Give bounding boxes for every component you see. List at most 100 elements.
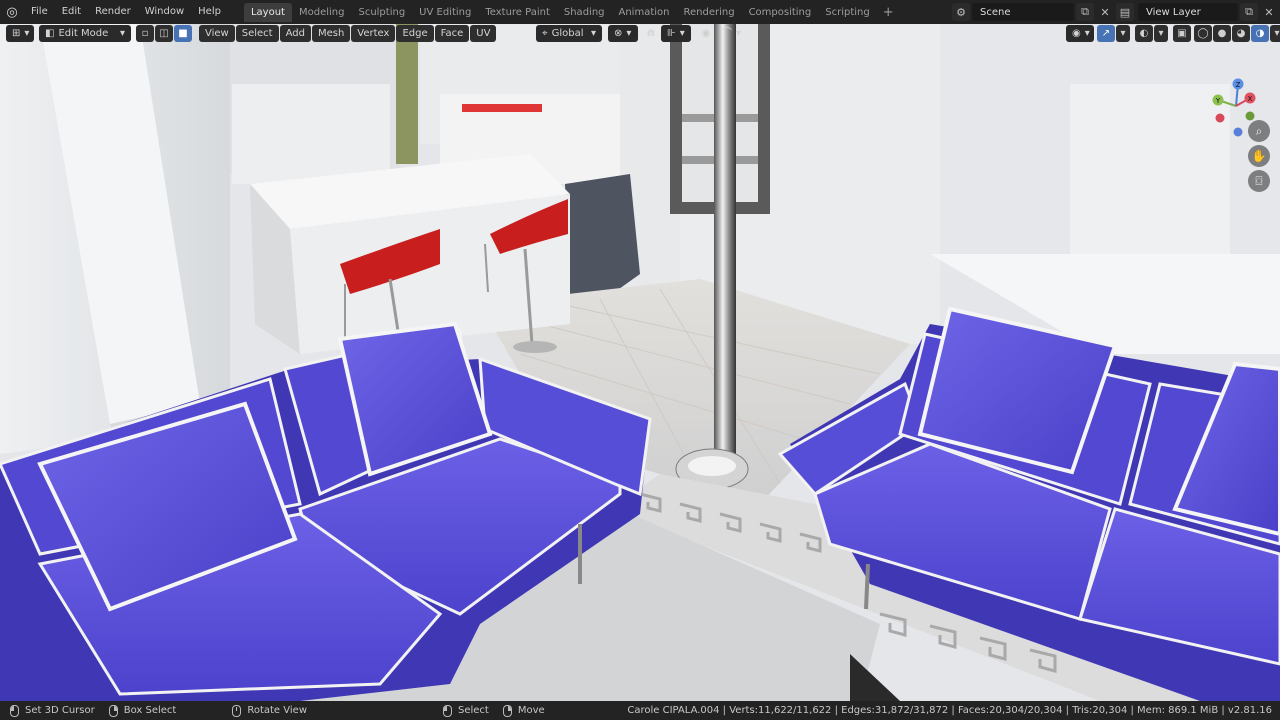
xray-toggle-icon[interactable]: ▣ <box>1173 25 1191 42</box>
status-right-label: Box Select <box>123 705 177 716</box>
menu-help[interactable]: Help <box>191 0 228 24</box>
camera-view-icon[interactable]: ⌼ <box>1248 170 1270 192</box>
overlays-toggle-icon[interactable]: ◐ <box>1135 25 1153 42</box>
mode-label: Edit Mode <box>58 28 109 39</box>
pivot-dropdown[interactable]: ⊗ ▾ <box>608 25 638 42</box>
mouse-left-icon <box>10 704 19 717</box>
scene-name: Scene <box>980 6 1011 18</box>
tab-sculpting[interactable]: Sculpting <box>351 3 412 22</box>
status-left-click: Set 3D Cursor <box>10 704 95 717</box>
snap-icon[interactable]: ⋒ <box>642 25 660 42</box>
scene-browse-icon[interactable]: ⚙ <box>952 3 970 21</box>
snap-target-dropdown[interactable]: ⊪ ▾ <box>661 25 691 42</box>
status-bar: Set 3D Cursor Box Select Rotate View Sel… <box>0 701 1280 720</box>
proportional-edit-icon[interactable]: ◉ <box>697 25 715 42</box>
orientation-label: Global <box>551 28 584 39</box>
chevron-down-icon: ▾ <box>626 28 632 39</box>
visibility-dropdown[interactable]: ◉ ▾ <box>1066 25 1094 42</box>
falloff-dropdown[interactable]: ⌒ ▾ <box>716 25 746 42</box>
viewport-header-right: ◉ ▾ ↗ ▾ ◐ ▾ ▣ ◯ ● ◕ ◑ ▾ <box>1066 25 1280 42</box>
main-menu: File Edit Render Window Help <box>24 0 228 24</box>
menu-mesh[interactable]: Mesh <box>311 25 351 42</box>
material-shading-icon[interactable]: ◕ <box>1232 25 1250 42</box>
chevron-down-icon: ▾ <box>736 28 742 39</box>
status-move: Move <box>502 704 545 717</box>
status-left-label: Set 3D Cursor <box>25 705 95 716</box>
orientation-dropdown[interactable]: ⌖ Global ▾ <box>536 25 602 42</box>
snap-target-icon: ⊪ <box>667 28 676 39</box>
editor-type-icon: ⊞ <box>12 28 21 39</box>
eye-icon: ◉ <box>1072 28 1081 39</box>
top-menu-bar: ◎ File Edit Render Window Help Layout Mo… <box>0 0 1280 24</box>
tab-modeling[interactable]: Modeling <box>292 3 352 22</box>
chevron-down-icon[interactable]: ▾ <box>1116 25 1130 42</box>
menu-uv[interactable]: UV <box>470 25 497 42</box>
menu-view[interactable]: View <box>199 25 235 42</box>
falloff-icon: ⌒ <box>722 28 732 39</box>
mouse-middle-icon <box>232 704 242 717</box>
transform-orientation-icon: ⌖ <box>542 28 548 39</box>
add-workspace-button[interactable]: + <box>877 5 900 20</box>
scene-render <box>0 24 1280 701</box>
status-move-label: Move <box>517 705 545 716</box>
wireframe-shading-icon[interactable]: ◯ <box>1194 25 1212 42</box>
new-view-layer-icon[interactable]: ⧉ <box>1240 3 1258 21</box>
tab-animation[interactable]: Animation <box>612 3 677 22</box>
gizmo-z-label: Z <box>1236 81 1241 89</box>
scene-name-field[interactable]: Scene <box>972 3 1074 21</box>
tab-layout[interactable]: Layout <box>243 2 292 22</box>
gizmo-y-label: Y <box>1215 97 1221 105</box>
chevron-down-icon[interactable]: ▾ <box>1154 25 1168 42</box>
blender-logo-icon[interactable]: ◎ <box>0 0 24 24</box>
status-middle-click: Rotate View <box>232 704 307 717</box>
zoom-icon[interactable]: ⌕ <box>1248 120 1270 142</box>
face-select-icon[interactable]: ■ <box>174 25 192 42</box>
view-layer-field[interactable]: View Layer <box>1138 3 1238 21</box>
rendered-shading-icon[interactable]: ◑ <box>1251 25 1269 42</box>
menu-vertex[interactable]: Vertex <box>351 25 396 42</box>
menu-edit[interactable]: Edit <box>55 0 88 24</box>
menu-add[interactable]: Add <box>279 25 311 42</box>
chrome-pole <box>714 24 736 479</box>
edit-mode-icon: ◧ <box>45 28 55 39</box>
viewport-menus: View Select Add Mesh Vertex Edge Face UV <box>199 25 497 42</box>
view-layer-browse-icon[interactable]: ▤ <box>1116 3 1134 21</box>
pan-hand-icon[interactable]: ✋ <box>1248 145 1270 167</box>
solid-shading-icon[interactable]: ● <box>1213 25 1231 42</box>
viewport-header-center: ⌖ Global ▾ ⊗ ▾ ⋒ ⊪ ▾ ◉ ⌒ ▾ <box>536 25 746 42</box>
vertex-select-icon[interactable]: ▫ <box>136 25 154 42</box>
status-right-click: Box Select <box>108 704 177 717</box>
tab-uv-editing[interactable]: UV Editing <box>412 3 478 22</box>
chevron-down-icon: ▾ <box>679 28 685 39</box>
status-select-label: Select <box>458 705 489 716</box>
menu-select[interactable]: Select <box>235 25 279 42</box>
menu-edge[interactable]: Edge <box>396 25 434 42</box>
remove-scene-icon[interactable]: ✕ <box>1096 3 1114 21</box>
scene-statistics: Carole CIPALA.004 | Verts:11,622/11,622 … <box>627 705 1272 716</box>
3d-viewport[interactable]: ⊞ ▾ ◧ Edit Mode ▾ ▫ ◫ ■ View Select Add M… <box>0 24 1280 701</box>
tab-rendering[interactable]: Rendering <box>676 3 741 22</box>
menu-file[interactable]: File <box>24 0 55 24</box>
gizmo-x-label: X <box>1248 95 1253 103</box>
chevron-down-icon: ▾ <box>119 28 125 39</box>
mode-dropdown[interactable]: ◧ Edit Mode ▾ <box>39 25 131 42</box>
menu-window[interactable]: Window <box>138 0 191 24</box>
tab-compositing[interactable]: Compositing <box>742 3 819 22</box>
pivot-point-icon: ⊗ <box>614 28 623 39</box>
new-scene-icon[interactable]: ⧉ <box>1076 3 1094 21</box>
menu-render[interactable]: Render <box>88 0 138 24</box>
select-mode-group: ▫ ◫ ■ <box>136 25 193 42</box>
workspace-tabs: Layout Modeling Sculpting UV Editing Tex… <box>243 0 900 24</box>
chevron-down-icon[interactable]: ▾ <box>1270 25 1280 42</box>
view-layer-name: View Layer <box>1146 6 1201 18</box>
mouse-right-icon <box>502 704 512 717</box>
menu-face[interactable]: Face <box>434 25 470 42</box>
viewport-header-left: ⊞ ▾ ◧ Edit Mode ▾ ▫ ◫ ■ View Select Add M… <box>6 25 497 42</box>
tab-texture-paint[interactable]: Texture Paint <box>478 3 557 22</box>
tab-scripting[interactable]: Scripting <box>818 3 876 22</box>
remove-view-layer-icon[interactable]: ✕ <box>1260 3 1278 21</box>
editor-type-dropdown[interactable]: ⊞ ▾ <box>6 25 34 42</box>
gizmo-toggle-icon[interactable]: ↗ <box>1097 25 1115 42</box>
edge-select-icon[interactable]: ◫ <box>155 25 173 42</box>
tab-shading[interactable]: Shading <box>557 3 612 22</box>
